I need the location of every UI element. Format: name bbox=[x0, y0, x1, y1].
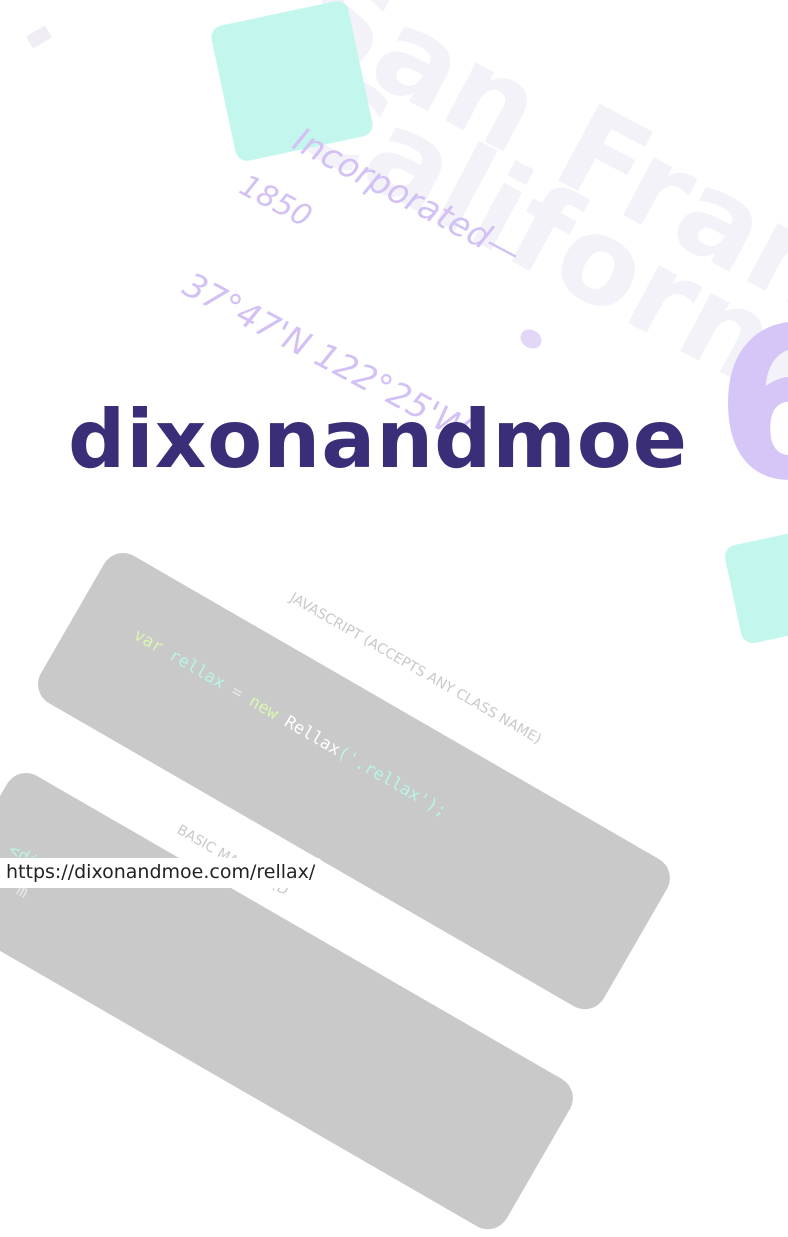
mint-square-top bbox=[209, 0, 375, 164]
decorative-tick bbox=[25, 25, 53, 49]
big-digit: 6 bbox=[715, 300, 788, 510]
decorative-blob bbox=[516, 325, 546, 353]
mint-square-right bbox=[722, 524, 788, 646]
status-bar-url: https://dixonandmoe.com/rellax/ bbox=[0, 858, 322, 888]
brand-title: dixonandmoe bbox=[68, 393, 688, 486]
